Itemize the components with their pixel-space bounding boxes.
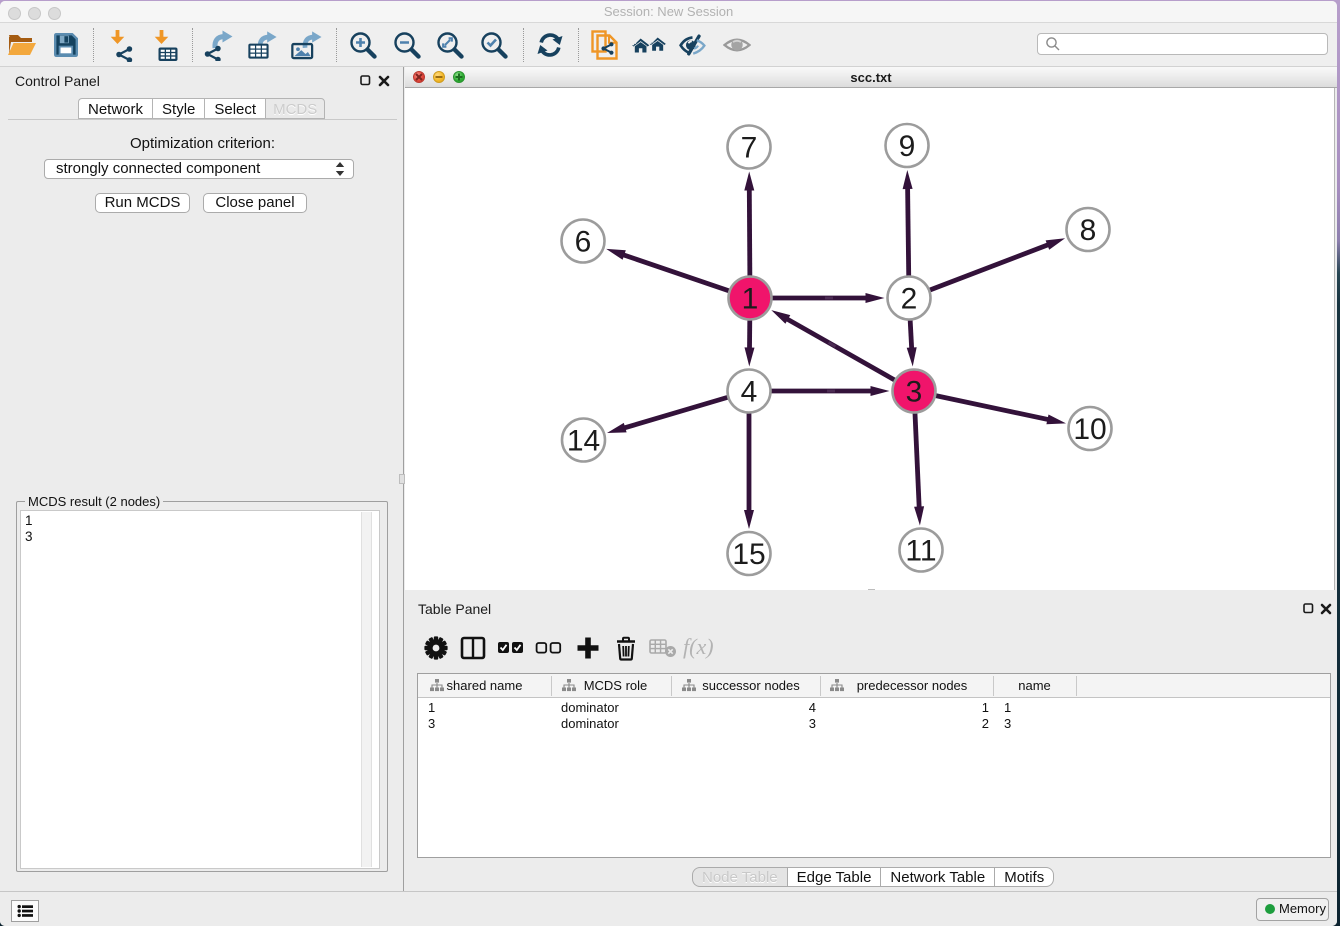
svg-text:2: 2 (901, 283, 918, 316)
svg-text:4: 4 (741, 376, 758, 409)
svg-text:7: 7 (741, 132, 758, 165)
svg-text:1: 1 (742, 283, 759, 316)
svg-text:6: 6 (575, 226, 592, 259)
svg-text:15: 15 (732, 538, 765, 571)
svg-text:11: 11 (905, 535, 936, 568)
svg-text:10: 10 (1073, 413, 1106, 446)
svg-text:8: 8 (1080, 214, 1097, 247)
svg-text:3: 3 (906, 376, 923, 409)
svg-text:9: 9 (899, 130, 916, 163)
svg-text:14: 14 (567, 425, 600, 458)
